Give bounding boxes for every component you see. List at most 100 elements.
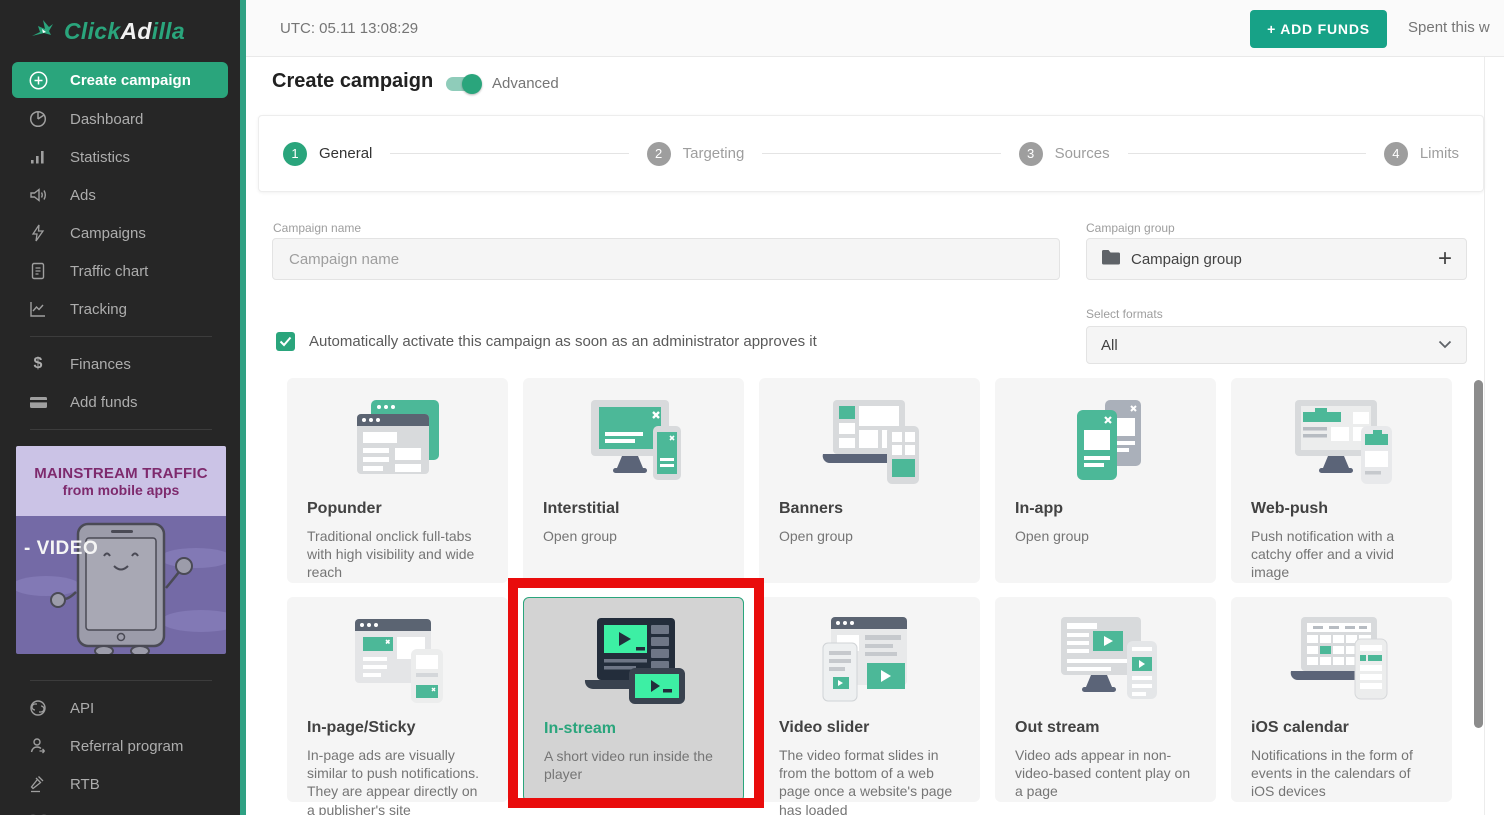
link-icon — [28, 699, 48, 717]
lightning-icon — [28, 224, 48, 242]
main-content: UTC: 05.11 13:08:29 + ADD FUNDS Spent th… — [246, 0, 1504, 815]
content-edge-line — [1484, 57, 1485, 815]
format-card-ios-calendar[interactable]: iOS calendar Notifications in the form o… — [1231, 597, 1452, 802]
select-formats-label: Select formats — [1086, 307, 1163, 321]
sidebar-ad-banner[interactable]: MAINSTREAM TRAFFIC from mobile apps — [16, 446, 226, 654]
web-push-icon — [1251, 390, 1432, 494]
campaign-group-label: Campaign group — [1086, 221, 1175, 235]
sidebar-item-label: Add funds — [70, 394, 138, 411]
sidebar-item-add-funds[interactable]: Add funds — [0, 383, 240, 421]
step-targeting[interactable]: 2 Targeting — [647, 142, 745, 166]
sidebar-item-rtb[interactable]: RTB — [0, 765, 240, 803]
video-slider-icon — [779, 609, 960, 713]
step-number: 3 — [1019, 142, 1043, 166]
campaign-group-field[interactable]: Campaign group + — [1086, 238, 1467, 280]
format-desc: Open group — [543, 527, 724, 545]
ad-banner-art: - VIDEO — [16, 516, 226, 654]
document-icon — [28, 262, 48, 280]
step-limits[interactable]: 4 Limits — [1384, 142, 1459, 166]
speaker-icon — [28, 186, 48, 204]
sidebar-item-tracking[interactable]: Tracking — [0, 290, 240, 328]
ios-calendar-icon — [1251, 609, 1432, 713]
select-formats-value: All — [1101, 337, 1438, 354]
sidebar-item-label: Traffic chart — [70, 263, 148, 280]
campaign-name-input[interactable] — [272, 238, 1060, 280]
clickadilla-logo[interactable]: ClickAdilla — [0, 0, 240, 62]
add-group-button[interactable]: + — [1438, 247, 1452, 271]
sidebar-item-statistics[interactable]: Statistics — [0, 138, 240, 176]
format-card-in-app[interactable]: In-app Open group — [995, 378, 1216, 583]
sidebar-item-label: Tracking — [70, 301, 127, 318]
ad-banner-line1: MAINSTREAM TRAFFIC — [34, 465, 208, 482]
vertical-scrollbar[interactable] — [1474, 380, 1483, 728]
format-desc: A short video run inside the player — [544, 747, 723, 783]
auto-activate-checkbox[interactable] — [276, 332, 295, 351]
utc-clock: UTC: 05.11 13:08:29 — [280, 20, 418, 37]
in-app-icon — [1015, 390, 1196, 494]
bird-logo-icon — [30, 16, 56, 47]
phone-mascot-illustration — [16, 516, 226, 654]
advanced-toggle[interactable] — [446, 77, 480, 91]
format-card-out-stream[interactable]: Out stream Video ads appear in non-video… — [995, 597, 1216, 802]
sidebar-item-traffic-chart[interactable]: Traffic chart — [0, 252, 240, 290]
sidebar-divider — [30, 429, 212, 430]
logo-text: ClickAdilla — [64, 18, 185, 45]
campaign-name-label: Campaign name — [273, 221, 361, 235]
sidebar-item-label: Statistics — [70, 149, 130, 166]
folder-icon — [1101, 249, 1121, 270]
step-number: 2 — [647, 142, 671, 166]
format-card-video-slider[interactable]: Video slider The video format slides in … — [759, 597, 980, 802]
format-card-popunder[interactable]: Popunder Traditional onclick full-tabs w… — [287, 378, 508, 583]
page-title: Create campaign — [272, 70, 433, 93]
ad-banner-line2: from mobile apps — [63, 482, 180, 498]
step-number: 4 — [1384, 142, 1408, 166]
step-label: Sources — [1055, 145, 1110, 162]
format-card-interstitial[interactable]: Interstitial Open group — [523, 378, 744, 583]
format-card-banners[interactable]: Banners Open group — [759, 378, 980, 583]
format-card-in-stream[interactable]: In-stream A short video run inside the p… — [523, 597, 744, 802]
format-title: In-page/Sticky — [307, 719, 488, 737]
sidebar-item-dashboard[interactable]: Dashboard — [0, 100, 240, 138]
format-desc: Traditional onclick full-tabs with high … — [307, 527, 488, 582]
format-title: In-app — [1015, 500, 1196, 518]
sidebar-item-api[interactable]: API — [0, 689, 240, 727]
bar-chart-icon — [28, 148, 48, 166]
sidebar-item-label: Create campaign — [70, 72, 191, 89]
plus-circle-icon — [28, 71, 48, 90]
step-sources[interactable]: 3 Sources — [1019, 142, 1110, 166]
format-card-in-page-sticky[interactable]: In-page/Sticky In-page ads are visually … — [287, 597, 508, 802]
sidebar-item-ads[interactable]: Ads — [0, 176, 240, 214]
sidebar-item-label: Ads — [70, 187, 96, 204]
add-funds-button[interactable]: + ADD FUNDS — [1250, 10, 1387, 48]
sidebar-item-finances[interactable]: $ Finances — [0, 345, 240, 383]
select-formats-dropdown[interactable]: All — [1086, 326, 1467, 364]
chevron-down-icon — [1438, 336, 1452, 354]
sidebar-item-referral-program[interactable]: Referral program — [0, 727, 240, 765]
popunder-icon — [307, 390, 488, 494]
out-stream-icon — [1015, 609, 1196, 713]
banners-icon — [779, 390, 960, 494]
sidebar: ClickAdilla Create campaign Dashboard St… — [0, 0, 240, 815]
advanced-toggle-wrap: Advanced — [446, 75, 559, 92]
format-title: Web-push — [1251, 500, 1432, 518]
sidebar-item-create-campaign[interactable]: Create campaign — [12, 62, 228, 98]
ad-banner-line3: - VIDEO — [24, 538, 98, 560]
sidebar-item-campaigns[interactable]: Campaigns — [0, 214, 240, 252]
step-label: Targeting — [683, 145, 745, 162]
pie-chart-icon — [28, 110, 48, 128]
step-general[interactable]: 1 General — [283, 142, 372, 166]
format-title: iOS calendar — [1251, 719, 1432, 737]
format-card-web-push[interactable]: Web-push Push notification with a catchy… — [1231, 378, 1452, 583]
sidebar-item-blog[interactable]: Blog — [0, 803, 240, 815]
person-arrow-icon — [28, 737, 48, 755]
credit-card-icon — [28, 395, 48, 410]
format-desc: Open group — [779, 527, 960, 545]
step-connector — [762, 153, 1000, 154]
spent-this-week-label: Spent this w — [1408, 19, 1490, 36]
step-label: Limits — [1420, 145, 1459, 162]
step-label: General — [319, 145, 372, 162]
format-title: Video slider — [779, 719, 960, 737]
format-title: Banners — [779, 500, 960, 518]
topbar: UTC: 05.11 13:08:29 + ADD FUNDS Spent th… — [246, 0, 1504, 57]
sidebar-item-label: Campaigns — [70, 225, 146, 242]
